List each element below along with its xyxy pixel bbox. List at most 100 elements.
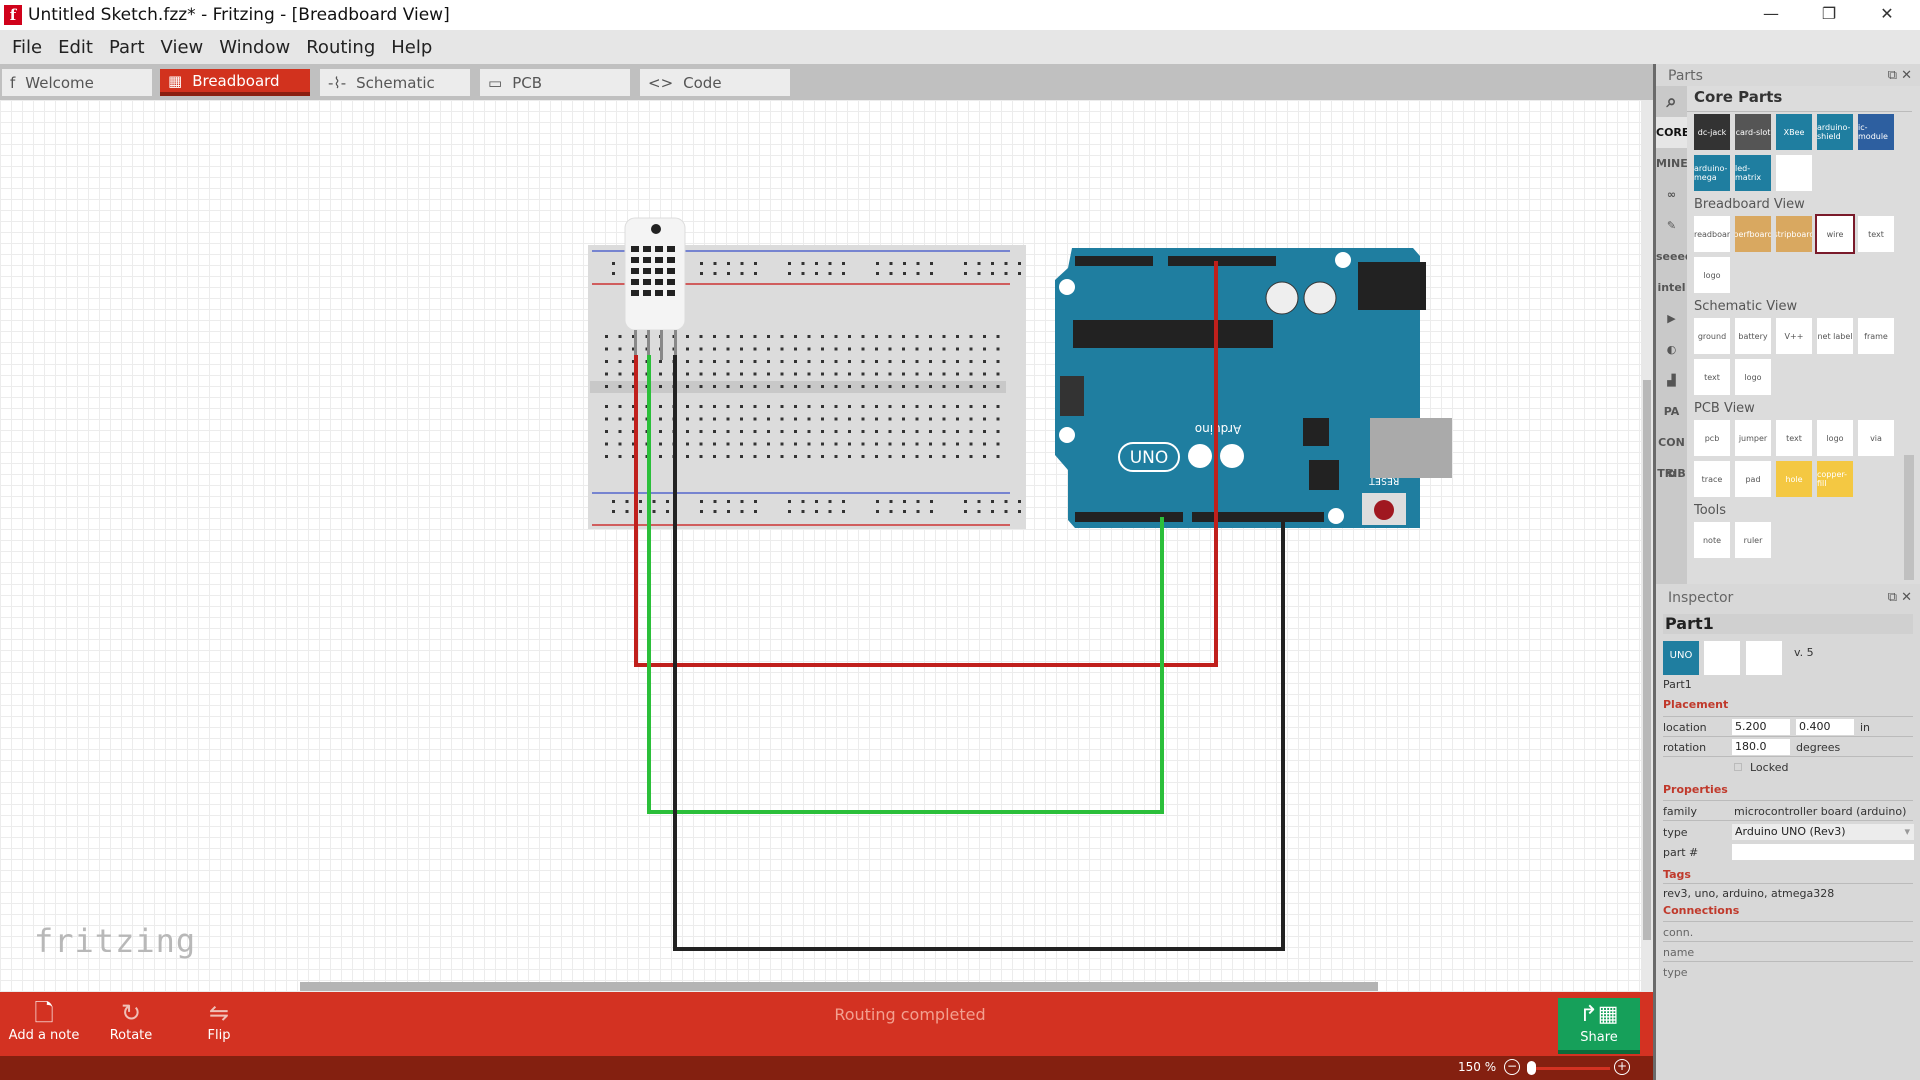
tab-pcb[interactable]: ▭ PCB xyxy=(480,69,630,96)
part-text[interactable]: text xyxy=(1858,216,1894,252)
parts-bin-tab[interactable]: CORE xyxy=(1656,117,1689,148)
breadboard-hole xyxy=(801,272,805,275)
part-logo[interactable]: logo xyxy=(1694,257,1730,293)
breadboard-hole xyxy=(699,385,703,388)
breadboard-canvas[interactable]: RESET UNO Arduino xyxy=(0,100,1641,992)
minimize-button[interactable]: — xyxy=(1742,0,1800,30)
part-copper-fill[interactable]: copper-fill xyxy=(1817,461,1853,497)
part-dc-jack[interactable]: dc-jack xyxy=(1694,114,1730,150)
rotation-unit: degrees xyxy=(1796,741,1841,754)
zoom-slider[interactable] xyxy=(1530,1067,1610,1070)
restore-button[interactable]: ❐ xyxy=(1800,0,1858,30)
parts-bin-tab[interactable]: seeed xyxy=(1656,241,1693,272)
breadboard-hole xyxy=(659,417,662,421)
breadboard-hole xyxy=(929,430,932,433)
menu-view[interactable]: View xyxy=(153,37,212,58)
menu-help[interactable]: Help xyxy=(383,37,440,58)
part-strip[interactable]: strip xyxy=(1776,155,1812,191)
part-trace[interactable]: trace xyxy=(1694,461,1730,497)
part-pcb[interactable]: pcb xyxy=(1694,420,1730,456)
rotation-input[interactable]: 180.0 xyxy=(1732,739,1790,755)
zoom-in-button[interactable]: + xyxy=(1614,1059,1630,1075)
menu-file[interactable]: File xyxy=(4,37,50,58)
zoom-out-button[interactable]: − xyxy=(1504,1059,1520,1075)
horizontal-scroll-thumb[interactable] xyxy=(300,982,1378,991)
part-pad[interactable]: pad xyxy=(1735,461,1771,497)
parts-bin-tab[interactable]: MINE xyxy=(1656,148,1688,179)
part-xbee[interactable]: XBee xyxy=(1776,114,1812,150)
close-button[interactable]: ✕ xyxy=(1858,0,1916,30)
part-stripboard[interactable]: stripboard xyxy=(1776,216,1812,252)
breadboard-hole xyxy=(794,430,797,433)
part-hole[interactable]: hole xyxy=(1776,461,1812,497)
search-icon[interactable]: ⌕ xyxy=(1656,86,1687,117)
parts-bin-tab[interactable]: ✎ xyxy=(1656,210,1687,241)
breadboard-hole xyxy=(686,347,689,351)
breadboard-hole xyxy=(815,262,818,265)
part-card-slot[interactable]: card-slot xyxy=(1735,114,1771,150)
part-ic-module[interactable]: ic-module xyxy=(1858,114,1894,150)
tab-code[interactable]: <> Code xyxy=(640,69,790,96)
menu-edit[interactable]: Edit xyxy=(50,37,101,58)
part-tile-label: logo xyxy=(1826,433,1844,443)
part-v-[interactable]: V++ xyxy=(1776,318,1812,354)
parts-bin-tab[interactable]: ∞ xyxy=(1656,179,1687,210)
breadboard-hole xyxy=(902,347,905,351)
type-dropdown[interactable]: Arduino UNO (Rev3) ▾ xyxy=(1732,824,1914,840)
parts-bin-tab[interactable]: ▶ xyxy=(1656,303,1687,334)
part-text[interactable]: text xyxy=(1776,420,1812,456)
part-logo[interactable]: logo xyxy=(1817,420,1853,456)
window-title: Untitled Sketch.fzz* - Fritzing - [Bread… xyxy=(28,5,450,25)
part-arduino-shield[interactable]: arduino-shield xyxy=(1817,114,1853,150)
part-jumper[interactable]: jumper xyxy=(1735,420,1771,456)
type-value: Arduino UNO (Rev3) xyxy=(1735,825,1846,838)
parts-bin-tab[interactable]: CON TRIB xyxy=(1656,427,1687,480)
parts-bin-tab[interactable]: intel xyxy=(1656,272,1687,303)
menu-part[interactable]: Part xyxy=(101,37,153,58)
title-bar: f Untitled Sketch.fzz* - Fritzing - [Bre… xyxy=(0,0,1920,30)
parts-bin: dc-jack card-slot XBee arduino-shield ic-mod… xyxy=(1687,86,1920,584)
vertical-scroll-thumb[interactable] xyxy=(1643,380,1651,940)
part-battery[interactable]: battery xyxy=(1735,318,1771,354)
part-wire[interactable]: wire xyxy=(1815,214,1855,254)
chevron-down-icon: ▾ xyxy=(1904,825,1910,838)
part-breadboard[interactable]: breadboard xyxy=(1694,216,1730,252)
parts-scrollbar[interactable] xyxy=(1904,455,1914,580)
breadboard-hole xyxy=(659,385,662,388)
part-frame[interactable]: frame xyxy=(1858,318,1894,354)
partno-input[interactable] xyxy=(1732,844,1914,860)
parts-panel-close[interactable]: ⧉ ✕ xyxy=(1888,68,1912,83)
menu-window[interactable]: Window xyxy=(211,37,298,58)
breadboard-hole xyxy=(794,405,797,408)
part-note[interactable]: note xyxy=(1694,522,1730,558)
part-text[interactable]: text xyxy=(1694,359,1730,395)
part-net-label[interactable]: net label xyxy=(1817,318,1853,354)
menu-routing[interactable]: Routing xyxy=(298,37,383,58)
part-ground[interactable]: ground xyxy=(1694,318,1730,354)
tab-breadboard[interactable]: ▦ Breadboard xyxy=(160,69,310,96)
arduino-uno[interactable]: RESET UNO Arduino xyxy=(1055,248,1452,528)
part-logo[interactable]: logo xyxy=(1735,359,1771,395)
sensor-vent xyxy=(643,290,651,296)
parts-bin-tab[interactable]: PA xyxy=(1656,396,1687,427)
zoom-slider-handle[interactable] xyxy=(1527,1061,1536,1075)
breadboard-hole xyxy=(889,500,893,503)
part-via[interactable]: via xyxy=(1858,420,1894,456)
part-perfboard[interactable]: perfboard xyxy=(1735,216,1771,252)
part-ruler[interactable]: ruler xyxy=(1735,522,1771,558)
location-y-input[interactable]: 0.400 xyxy=(1796,719,1854,735)
breadboard-hole xyxy=(625,500,629,503)
location-x-input[interactable]: 5.200 xyxy=(1732,719,1790,735)
part-arduino-mega[interactable]: arduino-mega xyxy=(1694,155,1730,191)
add-note-button[interactable]: 🗋 Add a note xyxy=(4,998,84,1043)
rotate-button[interactable]: ↻ Rotate xyxy=(91,998,171,1043)
tab-welcome[interactable]: f Welcome xyxy=(2,69,152,96)
parts-bin-tab[interactable]: ▟ xyxy=(1656,365,1687,396)
tab-schematic[interactable]: -⌇- Schematic xyxy=(320,69,470,96)
share-button[interactable]: ↱▦ Share xyxy=(1558,998,1640,1054)
parts-bin-tab[interactable]: ◐ xyxy=(1656,334,1687,365)
flip-button[interactable]: ⇋ Flip xyxy=(179,998,259,1043)
part-led-matrix[interactable]: led-matrix xyxy=(1735,155,1771,191)
breadboard-hole xyxy=(977,510,981,513)
locked-checkbox[interactable] xyxy=(1734,763,1742,771)
